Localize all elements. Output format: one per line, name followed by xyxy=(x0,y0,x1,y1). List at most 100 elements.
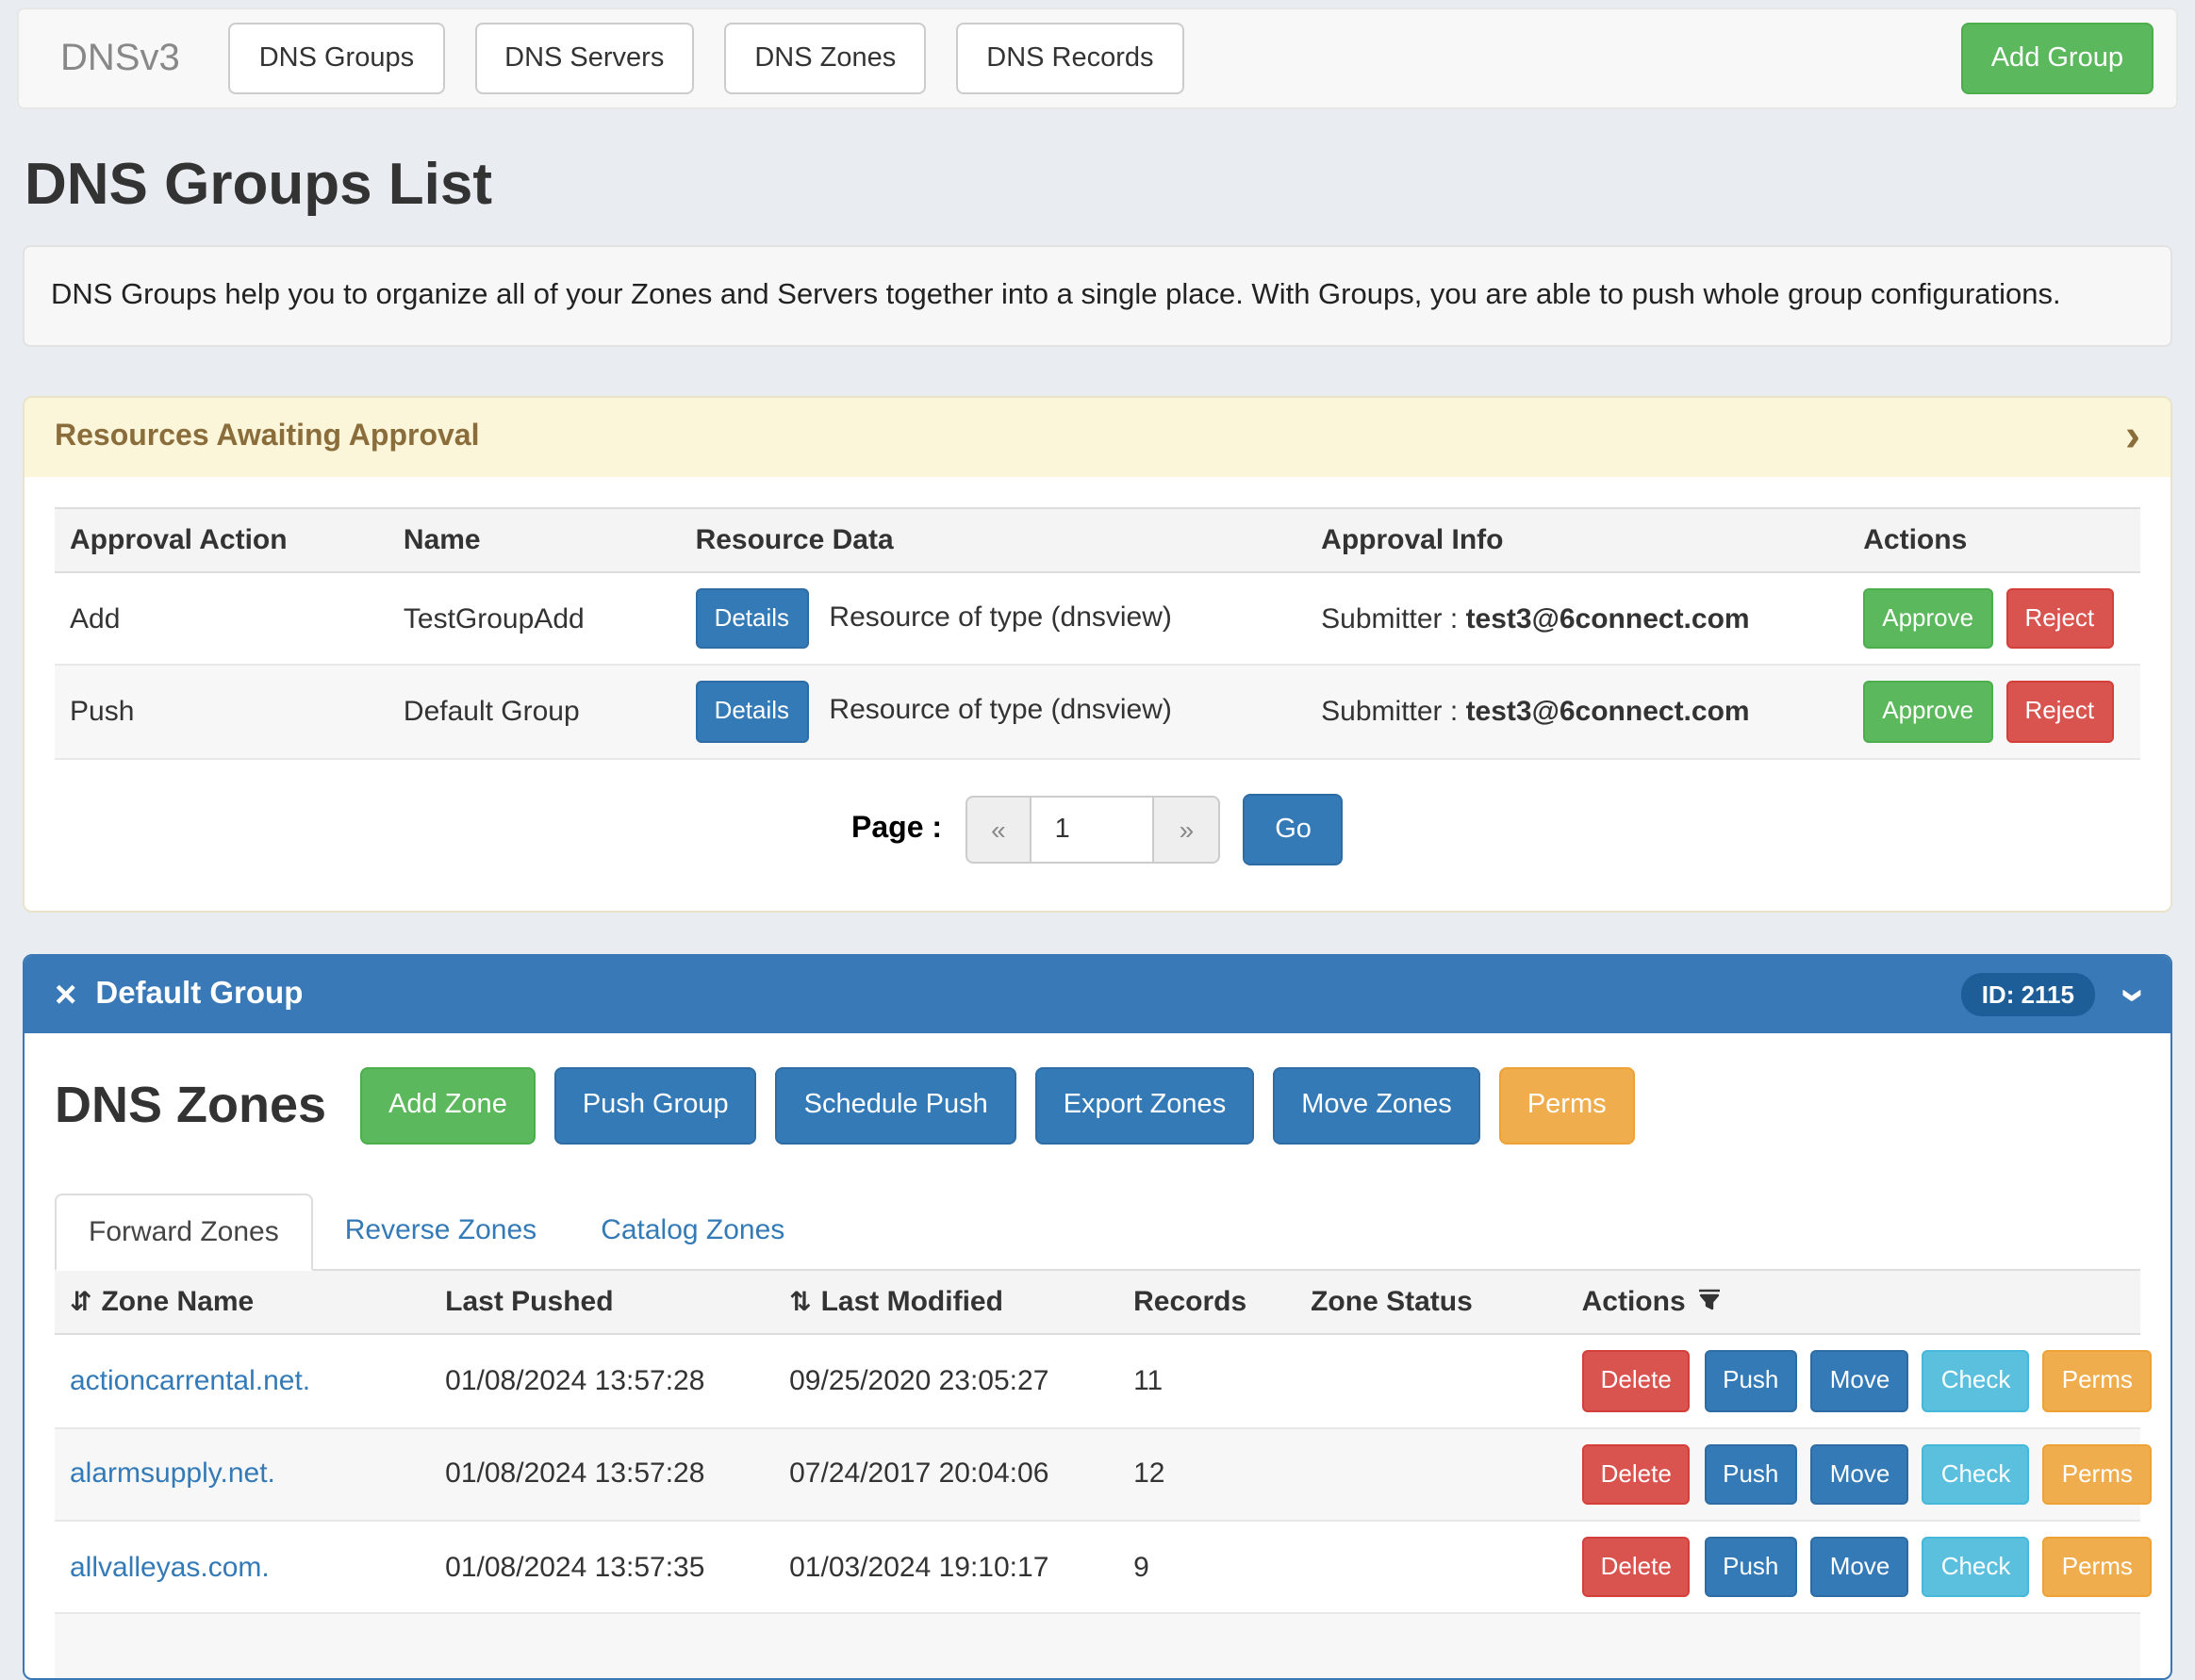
last-modified-cell: 07/24/2017 20:04:06 xyxy=(774,1427,1118,1521)
perms-row-button[interactable]: Perms xyxy=(2043,1537,2152,1598)
col-zone-status: Zone Status xyxy=(1296,1271,1567,1334)
col-zone-name[interactable]: ⇵ Zone Name xyxy=(55,1271,430,1334)
description-box: DNS Groups help you to organize all of y… xyxy=(23,245,2172,347)
perms-button[interactable]: Perms xyxy=(1499,1068,1635,1145)
zone-link[interactable]: alarmsupply.net. xyxy=(70,1458,275,1490)
zone-row-partial xyxy=(55,1614,2140,1678)
tab-forward-zones[interactable]: Forward Zones xyxy=(55,1194,313,1271)
resource-text: Resource of type (dnsview) xyxy=(829,695,1172,727)
zone-name-cell: alarmsupply.net. xyxy=(55,1427,430,1521)
filter-icon[interactable] xyxy=(1697,1288,1722,1312)
chevron-down-icon[interactable]: › xyxy=(2120,988,2146,1003)
reject-button[interactable]: Reject xyxy=(2005,682,2113,743)
zone-actions-cell: Delete Push Move Check Perms xyxy=(1567,1521,2140,1614)
move-zones-button[interactable]: Move Zones xyxy=(1273,1068,1480,1145)
add-zone-button[interactable]: Add Zone xyxy=(360,1068,536,1145)
zone-name-cell: allvalleyas.com. xyxy=(55,1521,430,1614)
delete-button[interactable]: Delete xyxy=(1582,1443,1691,1505)
check-button[interactable]: Check xyxy=(1923,1350,2030,1411)
col-last-modified[interactable]: ⇅Last Modified xyxy=(774,1271,1118,1334)
submitter-label: Submitter : xyxy=(1321,602,1458,634)
records-cell: 11 xyxy=(1118,1334,1296,1427)
last-modified-cell: 09/25/2020 23:05:27 xyxy=(774,1334,1118,1427)
perms-row-button[interactable]: Perms xyxy=(2043,1350,2152,1411)
zone-row: alarmsupply.net. 01/08/2024 13:57:28 07/… xyxy=(55,1427,2140,1521)
group-panel-title: Default Group xyxy=(95,978,303,1013)
add-group-button[interactable]: Add Group xyxy=(1961,22,2154,94)
approval-actions-cell: Approve Reject xyxy=(1848,572,2140,666)
default-group-panel: × Default Group ID: 2115 › DNS Zones Add… xyxy=(23,955,2172,1680)
move-button[interactable]: Move xyxy=(1811,1350,1909,1411)
approval-panel-header[interactable]: Resources Awaiting Approval › xyxy=(25,398,2170,477)
approval-table: Approval Action Name Resource Data Appro… xyxy=(55,507,2140,760)
content-area: DNS Groups List DNS Groups help you to o… xyxy=(23,151,2172,1680)
move-button[interactable]: Move xyxy=(1811,1537,1909,1598)
details-button[interactable]: Details xyxy=(696,588,809,650)
push-button[interactable]: Push xyxy=(1704,1443,1797,1505)
last-pushed-cell: 01/08/2024 13:57:35 xyxy=(430,1521,774,1614)
approval-info-cell: Submitter : test3@6connect.com xyxy=(1306,572,1848,666)
schedule-push-button[interactable]: Schedule Push xyxy=(776,1068,1016,1145)
approval-row: Push Default Group Details Resource of t… xyxy=(55,666,2140,759)
sort-icon[interactable]: ⇅ xyxy=(789,1286,811,1316)
nav-dns-zones[interactable]: DNS Zones xyxy=(724,22,926,94)
group-panel-body: DNS Zones Add Zone Push Group Schedule P… xyxy=(25,1034,2170,1678)
group-id-badge: ID: 2115 xyxy=(1961,974,2095,1017)
page-label: Page : xyxy=(851,813,942,847)
sort-alpha-icon[interactable]: ⇵ xyxy=(70,1286,91,1316)
approve-button[interactable]: Approve xyxy=(1863,588,1992,650)
export-zones-button[interactable]: Export Zones xyxy=(1035,1068,1255,1145)
go-button[interactable]: Go xyxy=(1243,794,1344,866)
approval-row: Add TestGroupAdd Details Resource of typ… xyxy=(55,572,2140,666)
approval-panel-title: Resources Awaiting Approval xyxy=(55,420,480,454)
approval-action-cell: Add xyxy=(55,572,388,666)
zone-row: allvalleyas.com. 01/08/2024 13:57:35 01/… xyxy=(55,1521,2140,1614)
tab-reverse-zones[interactable]: Reverse Zones xyxy=(313,1194,569,1269)
approval-actions-cell: Approve Reject xyxy=(1848,666,2140,759)
approval-name-cell: Default Group xyxy=(388,666,681,759)
check-button[interactable]: Check xyxy=(1923,1443,2030,1505)
nav-dns-servers[interactable]: DNS Servers xyxy=(474,22,694,94)
app-brand: DNSv3 xyxy=(60,37,180,80)
zones-table: ⇵Zone Name Last Pushed ⇅Last Modified Re… xyxy=(55,1271,2140,1678)
approve-button[interactable]: Approve xyxy=(1863,682,1992,743)
push-button[interactable]: Push xyxy=(1704,1537,1797,1598)
nav-dns-groups[interactable]: DNS Groups xyxy=(229,22,444,94)
resource-data-cell: Details Resource of type (dnsview) xyxy=(681,572,1307,666)
delete-button[interactable]: Delete xyxy=(1582,1537,1691,1598)
push-button[interactable]: Push xyxy=(1704,1350,1797,1411)
col-approval-action: Approval Action xyxy=(55,508,388,572)
col-last-pushed: Last Pushed xyxy=(430,1271,774,1334)
col-name: Name xyxy=(388,508,681,572)
delete-button[interactable]: Delete xyxy=(1582,1350,1691,1411)
reject-button[interactable]: Reject xyxy=(2005,588,2113,650)
records-cell: 12 xyxy=(1118,1427,1296,1521)
col-approval-info: Approval Info xyxy=(1306,508,1848,572)
push-group-button[interactable]: Push Group xyxy=(554,1068,757,1145)
next-page-button[interactable]: » xyxy=(1153,796,1221,864)
approval-panel-body: Approval Action Name Resource Data Appro… xyxy=(25,477,2170,912)
nav-dns-records[interactable]: DNS Records xyxy=(956,22,1183,94)
zone-status-cell xyxy=(1296,1521,1567,1614)
approval-action-cell: Push xyxy=(55,666,388,759)
col-zone-name-label: Zone Name xyxy=(101,1286,254,1318)
check-button[interactable]: Check xyxy=(1923,1537,2030,1598)
submitter-label: Submitter : xyxy=(1321,696,1458,728)
prev-page-button[interactable]: « xyxy=(965,796,1032,864)
zone-row-partial-cell xyxy=(55,1614,2140,1678)
zone-link[interactable]: actioncarrental.net. xyxy=(70,1365,310,1397)
chevron-right-icon[interactable]: › xyxy=(2125,424,2140,451)
records-cell: 9 xyxy=(1118,1521,1296,1614)
details-button[interactable]: Details xyxy=(696,682,809,743)
move-button[interactable]: Move xyxy=(1811,1443,1909,1505)
approval-name-cell: TestGroupAdd xyxy=(388,572,681,666)
perms-row-button[interactable]: Perms xyxy=(2043,1443,2152,1505)
group-panel-header[interactable]: × Default Group ID: 2115 › xyxy=(25,957,2170,1034)
zones-header-row: ⇵Zone Name Last Pushed ⇅Last Modified Re… xyxy=(55,1271,2140,1334)
zone-link[interactable]: allvalleyas.com. xyxy=(70,1551,270,1583)
page-input[interactable] xyxy=(1032,796,1153,864)
close-icon[interactable]: × xyxy=(55,979,76,1013)
tab-catalog-zones[interactable]: Catalog Zones xyxy=(569,1194,817,1269)
pagination: Page : « » Go xyxy=(55,794,2140,866)
zone-status-cell xyxy=(1296,1334,1567,1427)
